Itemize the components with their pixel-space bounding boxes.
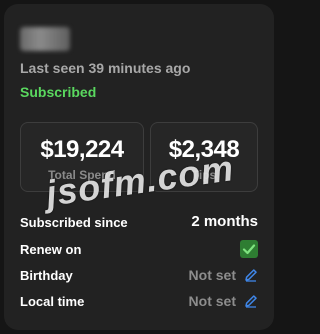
local-time-row: Local time Not set [20, 292, 258, 312]
local-time-value: Not set [188, 293, 236, 309]
birthday-label: Birthday [20, 268, 73, 283]
tips-label: Tips [191, 168, 217, 182]
tips-value: $2,348 [168, 136, 240, 163]
renew-on-row: Renew on [20, 240, 258, 260]
total-spend-label: Total Spend [48, 168, 116, 182]
last-seen-text: Last seen 39 minutes ago [20, 60, 191, 76]
blurred-username [20, 27, 70, 51]
subscription-status: Subscribed [20, 84, 97, 100]
subscribed-since-label: Subscribed since [20, 215, 128, 230]
local-time-label: Local time [20, 294, 85, 309]
tips-stat: $2,348 Tips [150, 122, 258, 192]
total-spend-stat: $19,224 Total Spend [20, 122, 144, 192]
edit-local-time-pencil-icon[interactable] [244, 294, 258, 308]
subscriber-card: Last seen 39 minutes ago Subscribed $19,… [4, 4, 274, 330]
check-icon [242, 244, 256, 255]
edit-birthday-pencil-icon[interactable] [244, 268, 258, 282]
birthday-row: Birthday Not set [20, 266, 258, 286]
subscribed-since-row: Subscribed since 2 months [20, 213, 258, 233]
renew-checkbox[interactable] [240, 240, 258, 258]
subscribed-since-value: 2 months [191, 213, 258, 230]
renew-on-label: Renew on [20, 242, 82, 257]
birthday-value: Not set [188, 267, 236, 283]
total-spend-value: $19,224 [40, 136, 124, 163]
